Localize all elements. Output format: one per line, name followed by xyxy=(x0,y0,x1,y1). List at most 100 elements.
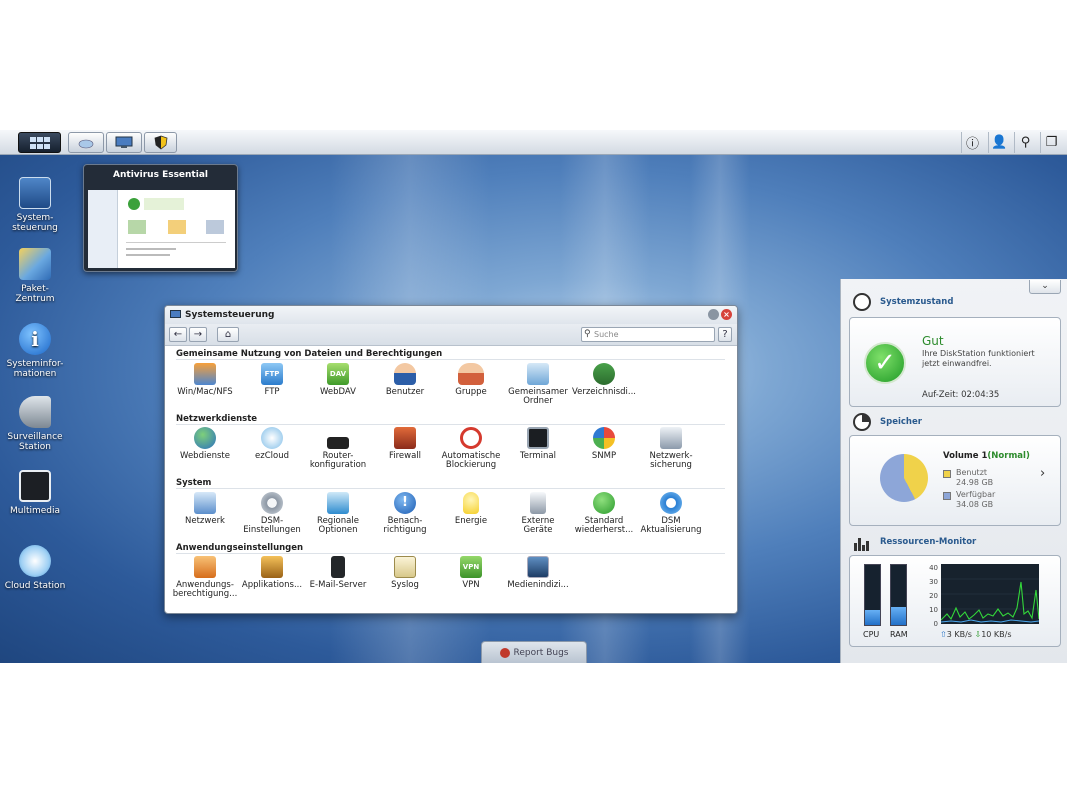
item-router-konfiguration[interactable]: Router- konfiguration xyxy=(305,427,371,470)
report-bugs-button[interactable]: Report Bugs xyxy=(481,641,587,663)
y-tick: 0 xyxy=(933,620,938,628)
desktop-icon-cloud-station[interactable]: Cloud Station xyxy=(4,545,66,591)
info-button[interactable]: ⓘ xyxy=(961,132,983,153)
divider xyxy=(176,424,725,425)
monitor-icon xyxy=(115,136,133,148)
uptime: Auf-Zeit: 02:04:35 xyxy=(922,390,1000,400)
used-value: 24.98 GB xyxy=(956,478,994,487)
item-vpn[interactable]: VPN VPN xyxy=(438,556,504,590)
desktop-icon-paket-zentrum[interactable]: Paket- Zentrum xyxy=(4,248,66,304)
used-legend: Benutzt 24.98 GB xyxy=(956,468,993,488)
widget-title-storage: Speicher xyxy=(880,417,922,427)
item-anwendungsberechtigung[interactable]: Anwendungs- berechtigung... xyxy=(172,556,238,599)
item-webdav[interactable]: DAV WebDAV xyxy=(305,363,371,397)
used-label: Benutzt xyxy=(956,468,988,477)
ram-label: RAM xyxy=(890,630,908,639)
item-ftp[interactable]: FTP FTP xyxy=(239,363,305,397)
item-automatische-blockierung[interactable]: Automatische Blockierung xyxy=(438,427,504,470)
divider xyxy=(176,488,725,489)
item-gemeinsamer-ordner[interactable]: Gemeinsamer Ordner xyxy=(505,363,571,406)
download-speed: 10 KB/s xyxy=(981,630,1012,639)
item-firewall[interactable]: Firewall xyxy=(372,427,438,461)
help-button[interactable]: ? xyxy=(718,327,732,342)
chevron-down-icon: ⌄ xyxy=(1041,281,1049,291)
item-externe-geraete[interactable]: Externe Geräte xyxy=(505,492,571,535)
update-icon xyxy=(660,492,682,514)
close-button[interactable]: × xyxy=(721,309,732,320)
antivirus-taskbar-button[interactable] xyxy=(144,132,177,153)
directory-icon xyxy=(593,363,615,385)
item-ezcloud[interactable]: ezCloud xyxy=(239,427,305,461)
desktop-icon-systeminformationen[interactable]: i Systeminfor- mationen xyxy=(4,323,66,379)
window-titlebar[interactable]: Systemsteuerung × xyxy=(165,306,737,324)
item-benachrichtigung[interactable]: ! Benach- richtigung xyxy=(372,492,438,535)
item-regionale-optionen[interactable]: Regionale Optionen xyxy=(305,492,371,535)
y-axis-ticks: 40 30 20 10 0 xyxy=(926,561,938,631)
widget-title-health: Systemzustand xyxy=(880,297,954,307)
user-button[interactable]: 👤 xyxy=(988,132,1010,153)
antivirus-preview[interactable]: Antivirus Essential xyxy=(83,164,238,272)
upload-icon: ⇧ xyxy=(940,630,947,639)
y-tick: 10 xyxy=(929,606,938,614)
item-terminal[interactable]: Terminal xyxy=(505,427,571,461)
home-icon: ⌂ xyxy=(224,329,232,340)
section-title: Anwendungseinstellungen xyxy=(176,543,304,553)
desktop-icon-surveillance-station[interactable]: Surveillance Station xyxy=(4,396,66,452)
item-standard-wiederherstellen[interactable]: Standard wiederherst... xyxy=(571,492,637,535)
item-verzeichnisdienst[interactable]: Verzeichnisdi... xyxy=(571,363,637,397)
item-gruppe[interactable]: Gruppe xyxy=(438,363,504,397)
item-label: Netzwerk xyxy=(185,516,225,526)
item-benutzer[interactable]: Benutzer xyxy=(372,363,438,397)
item-energie[interactable]: Energie xyxy=(438,492,504,526)
usb-device-icon xyxy=(530,492,546,514)
router-icon xyxy=(327,437,349,449)
item-e-mail-server[interactable]: E-Mail-Server xyxy=(305,556,371,590)
health-status: Gut xyxy=(922,334,944,348)
item-snmp[interactable]: SNMP xyxy=(571,427,637,461)
item-win-mac-nfs[interactable]: Win/Mac/NFS xyxy=(172,363,238,397)
home-button[interactable]: ⌂ xyxy=(217,327,239,342)
item-label: ezCloud xyxy=(255,451,289,461)
windows-icon: ❐ xyxy=(1045,135,1058,150)
item-label: E-Mail-Server xyxy=(309,580,367,590)
preview-thumbnail xyxy=(88,190,235,268)
item-label: Regionale Optionen xyxy=(317,516,359,535)
item-label: Terminal xyxy=(520,451,556,461)
mail-server-icon xyxy=(331,556,345,578)
taskbar: ⓘ 👤 ⚲ ❐ xyxy=(0,130,1067,155)
chevron-right-icon[interactable]: › xyxy=(1040,466,1045,481)
item-webdienste[interactable]: Webdienste xyxy=(172,427,238,461)
user-icon: 👤 xyxy=(991,135,1008,150)
cloud-station-taskbar-button[interactable] xyxy=(68,132,104,153)
collapse-widgets-button[interactable]: ⌄ xyxy=(1029,280,1061,294)
item-dsm-aktualisierung[interactable]: DSM Aktualisierung xyxy=(638,492,704,535)
back-button[interactable]: ← xyxy=(169,327,187,342)
grid-icon xyxy=(29,136,50,149)
search-button[interactable]: ⚲ xyxy=(1014,132,1036,153)
control-panel-taskbar-button[interactable] xyxy=(106,132,142,153)
item-medienindizierung[interactable]: Medienindizi... xyxy=(505,556,571,590)
arrow-right-icon: → xyxy=(193,329,203,340)
network-speed: ⇧3 KB/s ⇩10 KB/s xyxy=(940,630,1012,639)
forward-button[interactable]: → xyxy=(189,327,207,342)
item-applikationsportal[interactable]: Applikations... xyxy=(239,556,305,590)
arrow-left-icon: ← xyxy=(173,329,183,340)
item-dsm-einstellungen[interactable]: DSM- Einstellungen xyxy=(239,492,305,535)
desktop-icon-multimedia[interactable]: Multimedia xyxy=(4,470,66,516)
storage-widget[interactable]: Volume 1(Normal) Benutzt 24.98 GB Verfügb… xyxy=(849,435,1061,526)
desktop-icon-label: Cloud Station xyxy=(4,581,66,591)
ftp-icon: FTP xyxy=(261,363,283,385)
section-title: Gemeinsame Nutzung von Dateien und Berec… xyxy=(176,349,443,359)
search-input[interactable]: ⚲ Suche xyxy=(581,327,715,342)
user-icon xyxy=(394,363,416,385)
monitor-icon xyxy=(170,310,181,318)
desktop-icon-systemsteuerung[interactable]: System- steuerung xyxy=(4,177,66,233)
item-syslog[interactable]: Syslog xyxy=(372,556,438,590)
upload-speed: 3 KB/s xyxy=(946,630,972,639)
windows-button[interactable]: ❐ xyxy=(1040,132,1062,153)
main-menu-button[interactable] xyxy=(18,132,61,153)
minimize-button[interactable] xyxy=(708,309,719,320)
item-netzwerk-sicherung[interactable]: Netzwerk- sicherung xyxy=(638,427,704,470)
item-label: Firewall xyxy=(388,451,422,461)
item-netzwerk[interactable]: Netzwerk xyxy=(172,492,238,526)
